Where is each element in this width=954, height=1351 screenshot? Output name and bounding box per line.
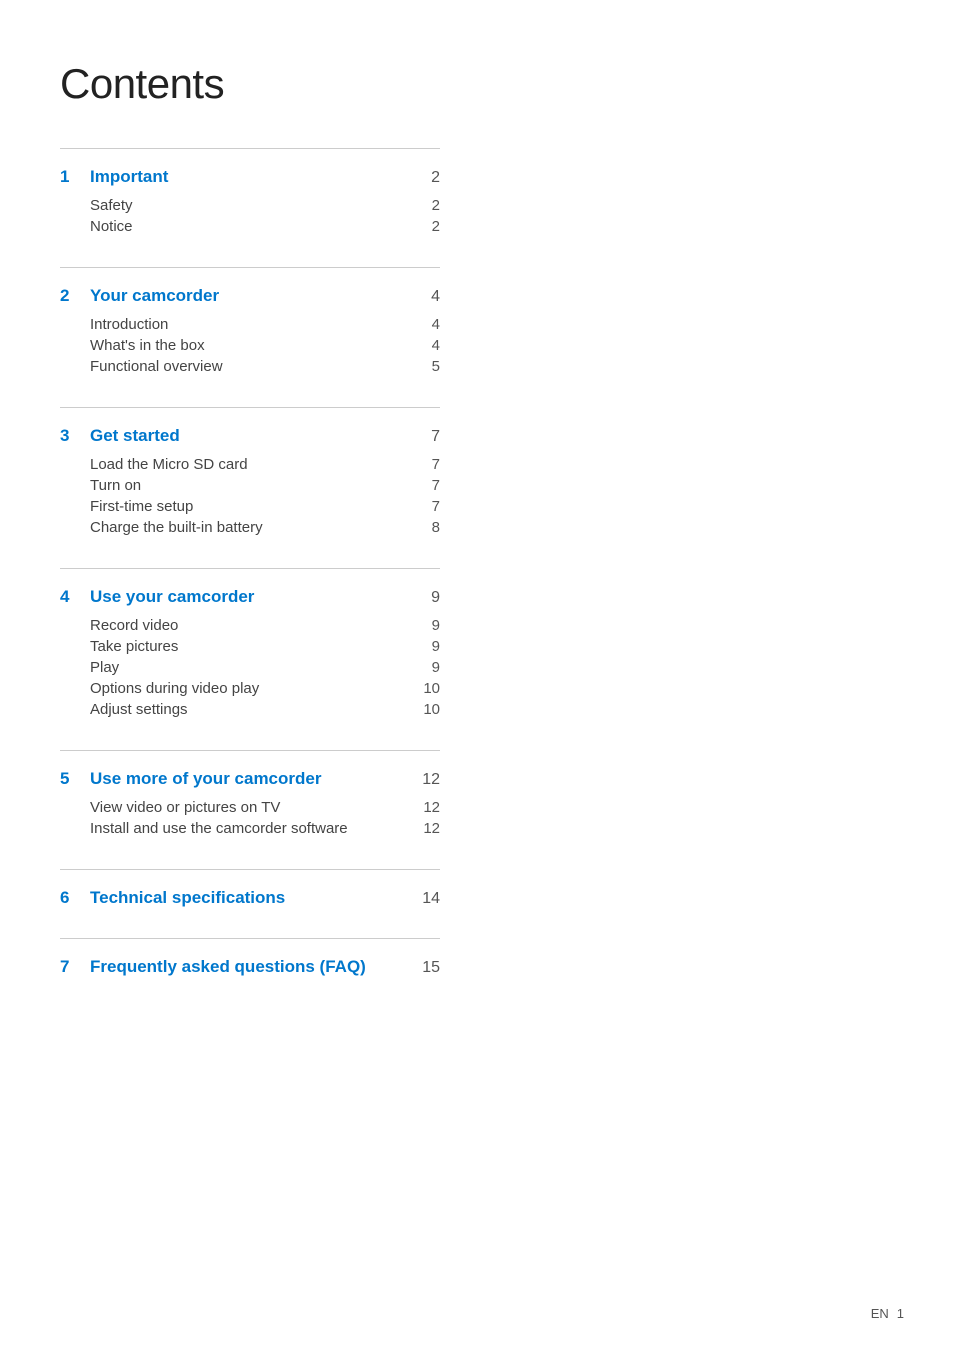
section-header-7: 7 Frequently asked questions (FAQ) 15 bbox=[60, 957, 440, 977]
subsection-page: 9 bbox=[432, 638, 440, 655]
footer-page: 1 bbox=[897, 1306, 904, 1321]
subsection-title: Turn on bbox=[90, 477, 141, 494]
list-item: First-time setup 7 bbox=[90, 496, 440, 517]
section-title-1: Important bbox=[90, 167, 168, 187]
section-title-5: Use more of your camcorder bbox=[90, 769, 321, 789]
subsection-page: 2 bbox=[432, 197, 440, 214]
toc-section-3: 3Get started7Load the Micro SD card7Turn… bbox=[60, 407, 440, 538]
section-number-7: 7 bbox=[60, 957, 78, 977]
subsection-list-1: Safety 2 Notice 2 bbox=[90, 195, 440, 237]
subsection-page: 5 bbox=[432, 358, 440, 375]
list-item: Turn on 7 bbox=[90, 475, 440, 496]
footer-lang: EN bbox=[871, 1306, 889, 1321]
list-item: What's in the box 4 bbox=[90, 335, 440, 356]
subsection-title: Introduction bbox=[90, 316, 168, 333]
subsection-page: 4 bbox=[432, 316, 440, 333]
subsection-title: First-time setup bbox=[90, 498, 193, 515]
toc-section-4: 4Use your camcorder9Record video9Take pi… bbox=[60, 568, 440, 720]
section-header-6: 6 Technical specifications 14 bbox=[60, 888, 440, 908]
subsection-title: Record video bbox=[90, 617, 178, 634]
list-item: Install and use the camcorder software 12 bbox=[90, 818, 440, 839]
toc-section-7: 7 Frequently asked questions (FAQ) 15 bbox=[60, 938, 440, 977]
list-item: View video or pictures on TV 12 bbox=[90, 797, 440, 818]
section-header-4: 4 Use your camcorder 9 bbox=[60, 587, 440, 607]
section-header-3: 3 Get started 7 bbox=[60, 426, 440, 446]
section-title-2: Your camcorder bbox=[90, 286, 219, 306]
subsection-page: 9 bbox=[432, 617, 440, 634]
section-header-5: 5 Use more of your camcorder 12 bbox=[60, 769, 440, 789]
subsection-page: 7 bbox=[432, 456, 440, 473]
list-item: Safety 2 bbox=[90, 195, 440, 216]
toc-sections: 1Important2Safety2Notice22Your camcorder… bbox=[60, 148, 440, 977]
section-header-2: 2 Your camcorder 4 bbox=[60, 286, 440, 306]
section-page-2: 4 bbox=[431, 288, 440, 306]
subsection-title: Adjust settings bbox=[90, 701, 188, 718]
list-item: Record video 9 bbox=[90, 615, 440, 636]
subsection-title: Charge the built-in battery bbox=[90, 519, 263, 536]
list-item: Introduction 4 bbox=[90, 314, 440, 335]
section-number-2: 2 bbox=[60, 286, 78, 306]
subsection-title: Take pictures bbox=[90, 638, 178, 655]
subsection-page: 9 bbox=[432, 659, 440, 676]
subsection-title: Options during video play bbox=[90, 680, 259, 697]
subsection-page: 4 bbox=[432, 337, 440, 354]
list-item: Functional overview 5 bbox=[90, 356, 440, 377]
list-item: Load the Micro SD card 7 bbox=[90, 454, 440, 475]
subsection-title: Notice bbox=[90, 218, 133, 235]
page-container: Contents 1Important2Safety2Notice22Your … bbox=[0, 0, 520, 1067]
section-title-4: Use your camcorder bbox=[90, 587, 254, 607]
subsection-title: Install and use the camcorder software bbox=[90, 820, 348, 837]
subsection-list-5: View video or pictures on TV12Install an… bbox=[90, 797, 440, 839]
list-item: Take pictures 9 bbox=[90, 636, 440, 657]
subsection-page: 12 bbox=[423, 820, 440, 837]
toc-section-5: 5Use more of your camcorder12View video … bbox=[60, 750, 440, 839]
toc-section-2: 2Your camcorder4Introduction4What's in t… bbox=[60, 267, 440, 377]
subsection-page: 8 bbox=[432, 519, 440, 536]
subsection-title: Functional overview bbox=[90, 358, 223, 375]
subsection-title: Play bbox=[90, 659, 119, 676]
section-page-7: 15 bbox=[422, 959, 440, 977]
section-title-7: Frequently asked questions (FAQ) bbox=[90, 957, 366, 977]
list-item: Charge the built-in battery 8 bbox=[90, 517, 440, 538]
subsection-page: 7 bbox=[432, 477, 440, 494]
section-number-4: 4 bbox=[60, 587, 78, 607]
section-page-3: 7 bbox=[431, 428, 440, 446]
section-number-6: 6 bbox=[60, 888, 78, 908]
subsection-list-4: Record video 9 Take pictures 9 Play 9 Options … bbox=[90, 615, 440, 720]
toc-section-1: 1 Important 2 Safety 2 Notice 2 bbox=[60, 148, 440, 237]
subsection-title: Safety bbox=[90, 197, 133, 214]
subsection-list-2: Introduction 4 What's in the box 4 Functiona… bbox=[90, 314, 440, 377]
section-number-3: 3 bbox=[60, 426, 78, 446]
subsection-title: View video or pictures on TV bbox=[90, 799, 280, 816]
subsection-page: 7 bbox=[432, 498, 440, 515]
subsection-page: 10 bbox=[423, 680, 440, 697]
section-number-1: 1 bbox=[60, 167, 78, 187]
section-page-1: 2 bbox=[431, 169, 440, 187]
list-item: Notice 2 bbox=[90, 216, 440, 237]
subsection-title: What's in the box bbox=[90, 337, 205, 354]
section-header-1: 1 Important 2 bbox=[60, 167, 440, 187]
list-item: Options during video play 10 bbox=[90, 678, 440, 699]
section-page-5: 12 bbox=[422, 771, 440, 789]
subsection-list-3: Load the Micro SD card7Turn on7First-tim… bbox=[90, 454, 440, 538]
section-page-4: 9 bbox=[431, 589, 440, 607]
page-title: Contents bbox=[60, 60, 440, 108]
section-title-6: Technical specifications bbox=[90, 888, 285, 908]
subsection-page: 2 bbox=[432, 218, 440, 235]
section-number-5: 5 bbox=[60, 769, 78, 789]
list-item: Adjust settings 10 bbox=[90, 699, 440, 720]
subsection-page: 10 bbox=[423, 701, 440, 718]
list-item: Play 9 bbox=[90, 657, 440, 678]
section-page-6: 14 bbox=[422, 890, 440, 908]
subsection-title: Load the Micro SD card bbox=[90, 456, 248, 473]
footer: EN 1 bbox=[871, 1306, 904, 1321]
toc-section-6: 6 Technical specifications 14 bbox=[60, 869, 440, 908]
section-title-3: Get started bbox=[90, 426, 180, 446]
subsection-page: 12 bbox=[423, 799, 440, 816]
